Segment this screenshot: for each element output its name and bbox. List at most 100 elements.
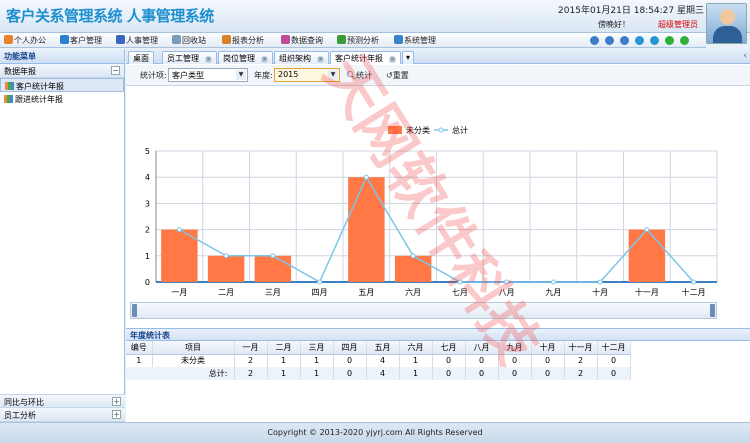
total-row: 总计: 2 1 1 0 4 1 0 0 0 0 2 0 [126, 367, 631, 380]
stat-item-value: 客户类型 [172, 71, 204, 80]
range-start-handle[interactable] [132, 304, 137, 317]
stats-header-cell: 项目 [152, 341, 235, 355]
collapse-icon[interactable]: − [111, 66, 120, 75]
close-icon[interactable]: × [317, 56, 324, 63]
chat-tool-icon[interactable] [665, 36, 674, 45]
lock-tool-icon[interactable] [605, 36, 614, 45]
close-icon[interactable]: × [389, 56, 396, 63]
menu-label: 人事管理 [126, 36, 158, 45]
bar-3 [254, 255, 292, 282]
recycle-icon [172, 35, 181, 44]
menu-customer-management[interactable]: 客户管理 [60, 35, 102, 46]
total-cell: 2 [564, 367, 598, 380]
chevron-down-icon: ▼ [236, 70, 246, 80]
tab-list-dropdown[interactable]: ▾ [402, 51, 415, 64]
legend-line-label: 总计 [452, 125, 468, 135]
table-cell: 1 [126, 354, 153, 367]
tab-strip: 桌面 员工管理 × 岗位管理 × 组织架构 × 客户统计年报 × ▾ ‹ [126, 49, 750, 64]
help-tool-icon[interactable] [650, 36, 659, 45]
refresh-tool-icon[interactable] [635, 36, 644, 45]
reset-button-label: 重置 [392, 71, 409, 80]
sidebar-item-customer-annual[interactable]: 客户统计年报 [0, 78, 124, 92]
home-tool-icon[interactable] [590, 36, 599, 45]
expand-icon[interactable]: + [112, 410, 121, 419]
forecast-icon [337, 35, 346, 44]
bar-5 [348, 177, 385, 282]
home-icon [4, 35, 13, 44]
avatar-head-icon [720, 9, 735, 25]
tab-desktop[interactable]: 桌面 [128, 51, 154, 64]
table-cell: 0 [597, 354, 631, 367]
stats-body: 1 未分类 2 1 1 0 4 1 0 0 0 0 2 0 总计: 2 1 1 0 4 1 0 0 0 0 2 0 [126, 354, 631, 380]
table-cell: 2 [564, 354, 598, 367]
stats-header-row: 编号 项目 一月 二月 三月 四月 五月 六月 七月 八月 九月 十月 十一月 十二月 [126, 341, 631, 355]
tab-staff[interactable]: 员工管理 × [162, 51, 217, 64]
total-cell: 0 [531, 367, 565, 380]
stat-button[interactable]: 🔍︎统计 [346, 70, 372, 81]
sidebar-item-label: 客户统计年报 [16, 82, 64, 91]
sidebar-group-header[interactable]: 数据年报 − [0, 64, 124, 78]
exit-tool-icon[interactable] [680, 36, 689, 45]
line-point-8 [504, 279, 510, 285]
stats-header-cell: 十一月 [564, 341, 598, 355]
x-tick-label: 十月 [592, 287, 608, 297]
user-role-link[interactable]: 超级管理员 [658, 19, 698, 30]
close-icon[interactable]: × [205, 56, 212, 63]
chart-icon [5, 82, 14, 90]
tab-position[interactable]: 岗位管理 × [218, 51, 273, 64]
tab-label: 客户统计年报 [335, 54, 383, 63]
stats-header-cell: 编号 [126, 341, 153, 355]
user-tool-icon[interactable] [620, 36, 629, 45]
legend-bar-label: 未分类 [406, 125, 430, 135]
stats-header-cell: 五月 [366, 341, 400, 355]
sidebar-group-staff[interactable]: 员工分析 + [0, 408, 125, 422]
x-tick-label: 十二月 [682, 287, 706, 297]
range-end-handle[interactable] [710, 304, 715, 317]
reset-button[interactable]: ↺重置 [386, 70, 409, 81]
chart-range-slider[interactable] [130, 302, 717, 319]
table-cell: 0 [498, 354, 532, 367]
total-cell: 0 [333, 367, 367, 380]
line-point-1 [176, 227, 182, 233]
y-tick-label: 1 [145, 252, 150, 261]
line-point-10 [597, 279, 603, 285]
menu-label: 个人办公 [14, 36, 46, 45]
total-cell: 0 [465, 367, 499, 380]
expand-icon[interactable]: + [112, 397, 121, 406]
x-tick-label: 三月 [265, 288, 281, 297]
menu-label: 报表分析 [232, 36, 264, 45]
user-avatar[interactable] [706, 3, 747, 44]
bar-6 [394, 255, 432, 282]
stat-item-select[interactable]: 客户类型 ▼ [168, 68, 248, 82]
line-point-6 [410, 253, 416, 259]
menu-data-query[interactable]: 数据查询 [281, 35, 323, 46]
main-menu-bar: 个人办公 客户管理 人事管理 回收站 报表分析 数据查询 预测分析 系统管理 [0, 33, 706, 48]
line-point-7 [457, 279, 463, 285]
menu-personal-office[interactable]: 个人办公 [4, 35, 46, 46]
line-point-4 [317, 279, 323, 285]
menu-recycle-bin[interactable]: 回收站 [172, 35, 206, 46]
total-cell: 0 [432, 367, 466, 380]
x-tick-label: 十一月 [635, 287, 659, 297]
legend-bar-swatch [388, 126, 402, 134]
sidebar-item-followup-annual[interactable]: 跟进统计年报 [0, 92, 124, 106]
menu-label: 系统管理 [404, 36, 436, 45]
menu-forecast-analysis[interactable]: 预测分析 [337, 35, 379, 46]
menu-report-analysis[interactable]: 报表分析 [222, 35, 264, 46]
settings-icon [394, 35, 403, 44]
chevron-down-icon: ▼ [328, 70, 338, 80]
tab-customer-annual[interactable]: 客户统计年报 × [330, 51, 401, 64]
stats-header-cell: 四月 [333, 341, 367, 355]
sidebar-group-yoy[interactable]: 同比与环比 + [0, 394, 125, 408]
bar-11 [628, 229, 666, 282]
datetime-display: 2015年01月21日 18:54:27 星期三 [558, 6, 704, 16]
close-icon[interactable]: × [261, 56, 268, 63]
table-cell: 1 [300, 354, 334, 367]
year-select[interactable]: 2015 ▼ [274, 68, 340, 82]
tab-scroll-icon[interactable]: ‹ [743, 51, 747, 61]
x-tick-label: 二月 [218, 288, 234, 297]
tab-org[interactable]: 组织架构 × [274, 51, 329, 64]
menu-hr-management[interactable]: 人事管理 [116, 35, 158, 46]
menu-system-management[interactable]: 系统管理 [394, 35, 436, 46]
main-panel: 桌面 员工管理 × 岗位管理 × 组织架构 × 客户统计年报 × ▾ ‹ 统计项: 客户… [126, 49, 750, 422]
